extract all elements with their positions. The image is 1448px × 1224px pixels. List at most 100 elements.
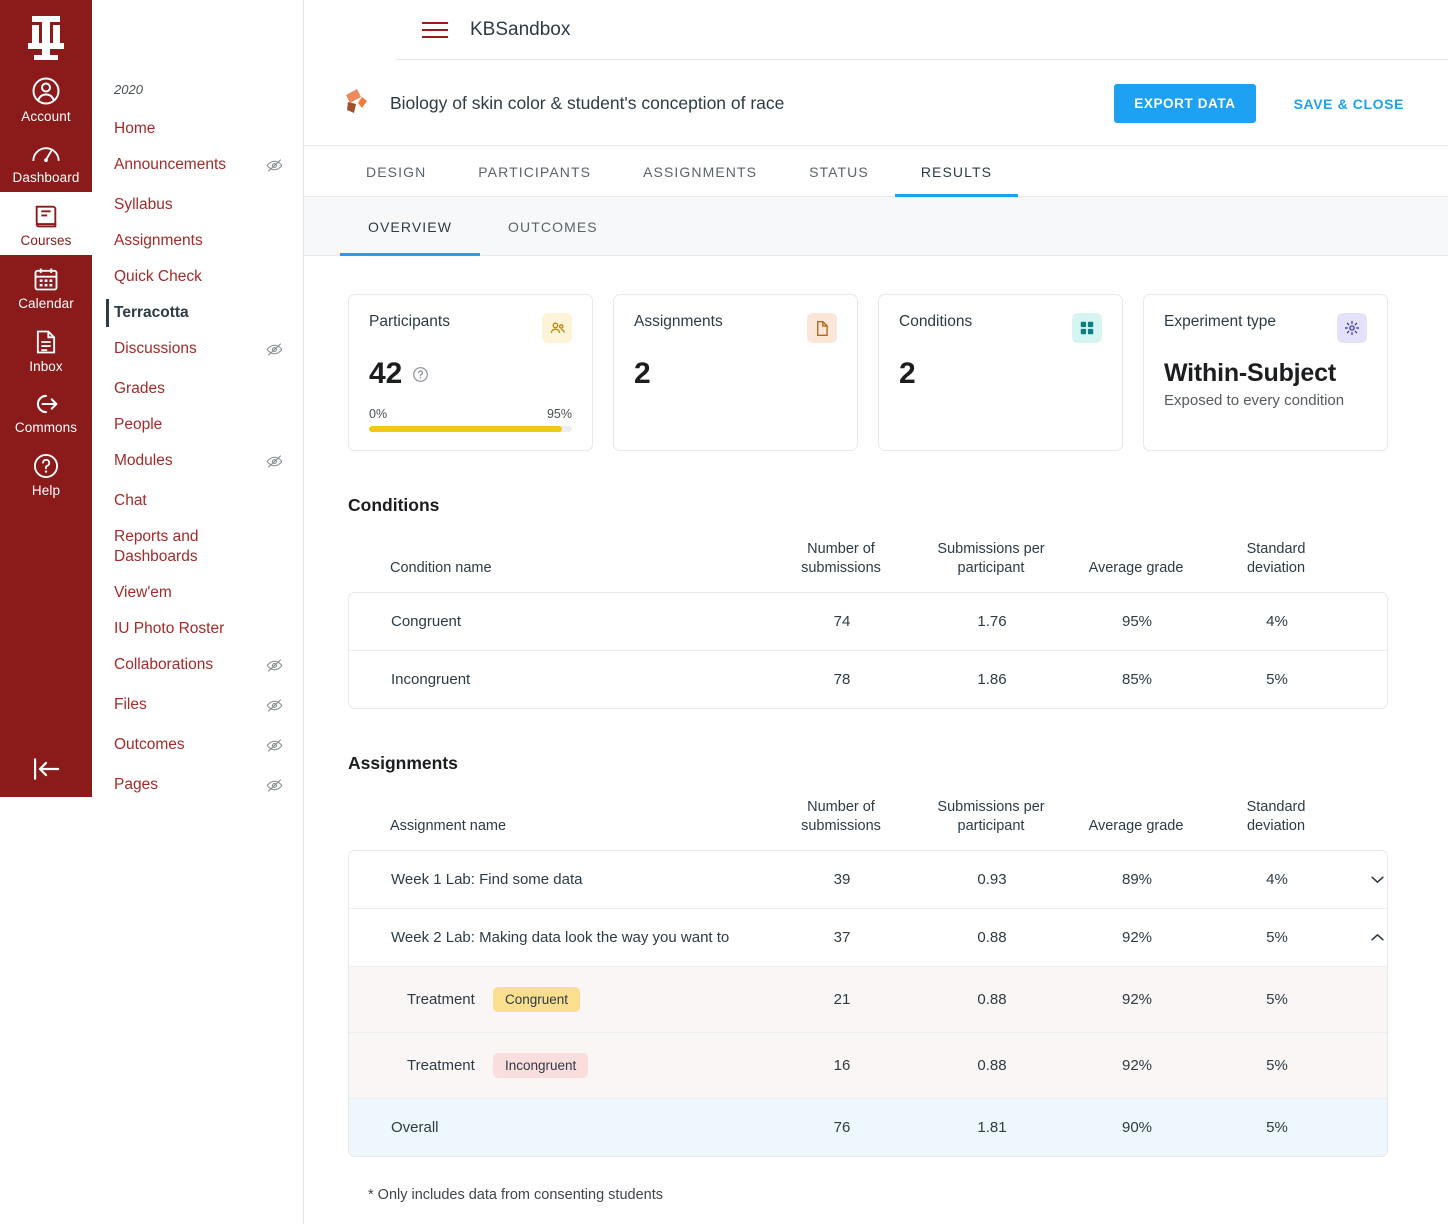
export-data-button[interactable]: EXPORT DATA — [1114, 84, 1256, 123]
assignment-std-dev: 4% — [1266, 871, 1288, 888]
card-label: Experiment type — [1164, 313, 1276, 330]
sidebar-item-commons[interactable]: Commons — [0, 381, 92, 442]
table-row: Week 1 Lab: Find some data 39 0.93 89% 4… — [349, 851, 1387, 909]
card-experiment-type: Experiment type Within-Subject Exposed t… — [1143, 294, 1388, 451]
treatment-cell: Treatment Congruent — [349, 966, 767, 1033]
hidden-eye-icon — [266, 454, 283, 475]
sidebar-item-dashboard[interactable]: Dashboard — [0, 131, 92, 192]
condition-std-dev: 5% — [1207, 650, 1347, 708]
column-assignment-name: Assignment name — [390, 818, 507, 834]
table-header-row: Assignment name Number of submissions Su… — [348, 784, 1406, 850]
course-nav-syllabus[interactable]: Syllabus — [92, 187, 303, 223]
course-nav-chat[interactable]: Chat — [92, 483, 303, 519]
sidebar-item-courses[interactable]: Courses — [0, 192, 92, 255]
main-content: KBSandbox Biology of skin color & studen… — [304, 0, 1448, 1224]
course-nav-pages[interactable]: Pages — [92, 767, 303, 807]
column-spacer — [1346, 526, 1406, 592]
tab-participants[interactable]: PARTICIPANTS — [452, 146, 617, 196]
help-circle-icon[interactable] — [412, 357, 429, 391]
course-nav-label: Outcomes — [114, 736, 185, 753]
overall-per-participant: 1.81 — [917, 1098, 1067, 1156]
sidebar-item-label: Commons — [14, 420, 78, 435]
page-title: KBSandbox — [470, 18, 571, 40]
column-standard-deviation: Standard deviation — [1246, 799, 1306, 834]
progress-fill — [369, 426, 562, 432]
column-submissions-per-participant: Submissions per participant — [937, 541, 1045, 576]
tab-overview[interactable]: OVERVIEW — [340, 197, 481, 256]
table-row-treatment: Treatment Incongruent 16 0.88 92% 5% — [349, 1032, 1387, 1099]
people-icon — [542, 313, 572, 343]
course-nav-label: IU Photo Roster — [114, 620, 225, 637]
course-nav-label: Discussions — [114, 340, 197, 357]
card-assignments: Assignments 2 — [613, 294, 858, 451]
course-nav-outcomes[interactable]: Outcomes — [92, 727, 303, 767]
hidden-eye-icon — [266, 342, 283, 363]
terracotta-logo-icon — [340, 84, 374, 123]
progress-min-label: 0% — [369, 407, 388, 421]
participants-count: 42 — [369, 357, 403, 390]
treatment-cell: Treatment Incongruent — [349, 1032, 767, 1099]
overall-average-grade: 90% — [1067, 1098, 1207, 1156]
course-nav-viewem[interactable]: View'em — [92, 575, 303, 611]
collapse-navigation-button[interactable] — [0, 755, 92, 783]
progress-max-label: 95% — [546, 407, 572, 421]
card-label: Conditions — [899, 313, 973, 330]
course-nav-home[interactable]: Home — [92, 111, 303, 147]
hamburger-menu-icon[interactable] — [422, 21, 448, 38]
course-nav-grades[interactable]: Grades — [92, 371, 303, 407]
assignment-std-dev: 5% — [1207, 908, 1347, 967]
collapse-row-button[interactable] — [1347, 908, 1387, 967]
tab-design[interactable]: DESIGN — [340, 146, 452, 196]
course-nav-terracotta[interactable]: Terracotta — [92, 295, 303, 331]
course-nav-collaborations[interactable]: Collaborations — [92, 647, 303, 687]
course-nav-reports-and-dashboards[interactable]: Reports and Dashboards — [92, 519, 303, 575]
course-nav-discussions[interactable]: Discussions — [92, 331, 303, 371]
condition-per-participant: 1.76 — [977, 613, 1007, 630]
conditions-section-title: Conditions — [348, 495, 440, 515]
hidden-eye-icon — [266, 778, 283, 799]
expand-row-button[interactable] — [1347, 851, 1387, 909]
condition-chip: Congruent — [492, 987, 581, 1012]
row-spacer — [1347, 593, 1387, 651]
experiment-title: Biology of skin color & student's concep… — [390, 93, 785, 113]
tab-outcomes[interactable]: OUTCOMES — [480, 197, 626, 255]
column-average-grade: Average grade — [1088, 818, 1184, 834]
save-and-close-button[interactable]: SAVE & CLOSE — [1294, 96, 1404, 112]
treatment-std-dev: 5% — [1207, 1032, 1347, 1099]
treatment-label: Treatment — [407, 1057, 475, 1074]
course-nav-modules[interactable]: Modules — [92, 443, 303, 483]
tab-assignments[interactable]: ASSIGNMENTS — [617, 146, 783, 196]
help-icon — [33, 453, 59, 479]
gear-icon — [1337, 313, 1367, 343]
experiment-header: Biology of skin color & student's concep… — [304, 60, 1448, 146]
tab-status[interactable]: STATUS — [783, 146, 895, 196]
content-wrapper: Biology of skin color & student's concep… — [304, 60, 1448, 1224]
course-nav-iu-photo-roster[interactable]: IU Photo Roster — [92, 611, 303, 647]
sub-tabs: OVERVIEW OUTCOMES — [304, 197, 1448, 256]
sidebar-item-inbox[interactable]: Inbox — [0, 318, 92, 381]
hidden-eye-icon — [266, 738, 283, 759]
assignment-name: Week 1 Lab: Find some data — [391, 871, 583, 888]
card-header: Participants — [369, 313, 572, 343]
treatment-submissions: 21 — [767, 966, 917, 1033]
condition-chip: Incongruent — [492, 1053, 589, 1078]
overall-label: Overall — [349, 1098, 767, 1156]
card-value-row: 2 — [634, 357, 837, 391]
sidebar-item-label: Inbox — [29, 359, 63, 374]
course-nav-quick-check[interactable]: Quick Check — [92, 259, 303, 295]
course-nav-files[interactable]: Files — [92, 687, 303, 727]
table-row: Incongruent 78 1.86 85% 5% — [349, 650, 1387, 708]
course-nav-people[interactable]: People — [92, 407, 303, 443]
table-row-overall: Overall 76 1.81 90% 5% — [349, 1098, 1387, 1156]
sidebar-item-calendar[interactable]: Calendar — [0, 255, 92, 318]
iu-logo[interactable] — [14, 8, 78, 66]
treatment-average-grade: 92% — [1067, 966, 1207, 1033]
tab-results[interactable]: RESULTS — [894, 146, 1019, 197]
course-nav-label: Collaborations — [114, 656, 214, 673]
table-row: Congruent 74 1.76 95% 4% — [349, 593, 1387, 651]
experiment-type-subtitle: Exposed to every condition — [1164, 392, 1345, 409]
course-nav-assignments[interactable]: Assignments — [92, 223, 303, 259]
sidebar-item-help[interactable]: Help — [0, 442, 92, 505]
course-nav-announcements[interactable]: Announcements — [92, 147, 303, 187]
sidebar-item-account[interactable]: Account — [0, 66, 92, 131]
